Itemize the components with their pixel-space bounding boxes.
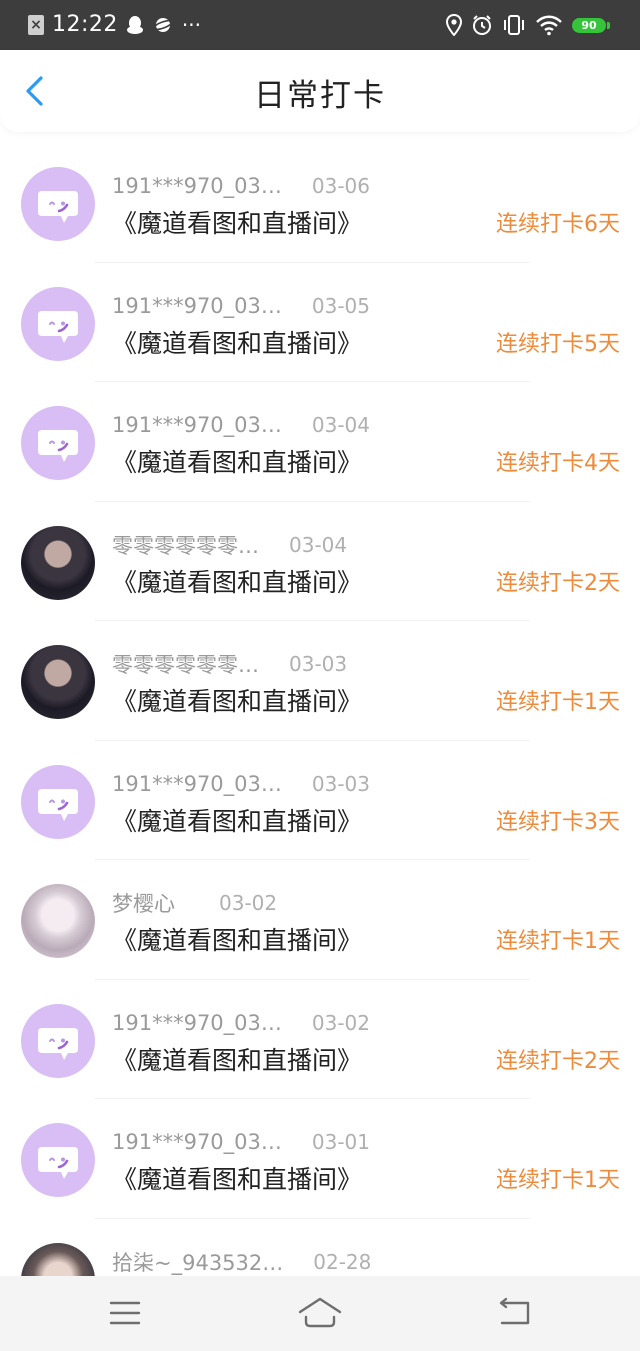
home-icon — [298, 1297, 342, 1328]
streak-label: 连续打卡1天 — [496, 1168, 620, 1193]
menu-button[interactable] — [95, 1290, 155, 1336]
location-icon — [446, 14, 462, 36]
menu-icon — [109, 1301, 141, 1325]
room-name: 《魔道看图和直播间》 — [112, 1045, 363, 1075]
username: 191***970_03… — [112, 413, 282, 437]
room-name: 《魔道看图和直播间》 — [112, 806, 363, 836]
row-meta: 拾柒~_943532… 02-28 — [112, 1248, 371, 1276]
checkin-row[interactable]: 191***970_03… 03-02 《魔道看图和直播间》 连续打卡2天 — [0, 980, 640, 1100]
checkin-date: 03-03 — [289, 652, 348, 676]
streak-label: 连续打卡6天 — [496, 212, 620, 237]
checkin-row[interactable]: 零零零零零零… 03-04 《魔道看图和直播间》 连续打卡2天 — [0, 502, 640, 622]
username: 零零零零零零… — [112, 653, 259, 677]
avatar[interactable] — [21, 1003, 95, 1078]
checkin-row[interactable]: 191***970_03… 03-03 《魔道看图和直播间》 连续打卡3天 — [0, 741, 640, 861]
username: 零零零零零零… — [112, 533, 259, 558]
username: 拾柒~_943532… — [112, 1250, 284, 1275]
username: 191***970_03… — [112, 293, 282, 318]
chat-bubble-icon — [38, 1147, 78, 1179]
row-meta: 191***970_03… 03-02 — [112, 1009, 370, 1037]
row-meta: 191***970_03… 03-04 — [112, 411, 370, 439]
streak-label: 连续打卡2天 — [496, 1048, 620, 1074]
row-meta: 零零零零零零… 03-03 — [112, 650, 347, 678]
checkin-date: 03-03 — [311, 771, 371, 796]
checkin-date: 03-05 — [311, 293, 371, 318]
username: 191***970_03… — [112, 771, 282, 796]
chat-bubble-icon — [38, 310, 78, 343]
clock: 12:22 — [52, 12, 118, 37]
chat-bubble-icon — [38, 191, 78, 223]
status-right: 90 — [446, 10, 610, 40]
row-meta: 零零零零零零… 03-04 — [112, 531, 347, 559]
qq-penguin-icon — [126, 16, 143, 34]
checkin-list: 191***970_03… 03-06 《魔道看图和直播间》 连续打卡6天 19… — [0, 143, 640, 1338]
chat-bubble-icon — [38, 430, 78, 462]
avatar[interactable] — [21, 764, 95, 839]
chat-bubble-icon — [38, 1027, 78, 1060]
username: 191***970_03… — [112, 174, 282, 198]
page-title: 日常打卡 — [254, 78, 386, 114]
status-bar: × 12:22 ··· 90 — [0, 0, 640, 50]
row-meta: 191***970_03… 03-01 — [112, 1128, 370, 1156]
username: 梦樱心 — [112, 892, 175, 916]
battery-icon: 90 — [572, 17, 610, 33]
streak-label: 连续打卡3天 — [496, 809, 620, 835]
room-name: 《魔道看图和直播间》 — [112, 1165, 363, 1194]
row-meta: 191***970_03… 03-06 — [112, 172, 370, 200]
checkin-row[interactable]: 191***970_03… 03-06 《魔道看图和直播间》 连续打卡6天 — [0, 143, 640, 263]
streak-label: 连续打卡1天 — [496, 929, 620, 954]
chat-bubble-icon — [38, 788, 78, 821]
checkin-row[interactable]: 梦樱心 03-02 《魔道看图和直播间》 连续打卡1天 — [0, 860, 640, 980]
room-name: 《魔道看图和直播间》 — [112, 328, 363, 358]
home-button[interactable] — [290, 1290, 350, 1336]
close-notification-icon: × — [28, 15, 44, 35]
username: 191***970_03… — [112, 1010, 282, 1035]
room-name: 《魔道看图和直播间》 — [112, 687, 363, 716]
streak-label: 连续打卡5天 — [496, 331, 620, 357]
checkin-row[interactable]: 191***970_03… 03-05 《魔道看图和直播间》 连续打卡5天 — [0, 263, 640, 383]
checkin-date: 03-02 — [311, 1010, 371, 1035]
status-left: × 12:22 ··· — [28, 10, 201, 40]
streak-label: 连续打卡4天 — [496, 451, 620, 476]
row-meta: 梦樱心 03-02 — [112, 889, 277, 917]
avatar[interactable] — [21, 167, 95, 241]
avatar[interactable] — [21, 525, 95, 600]
checkin-row[interactable]: 191***970_03… 03-04 《魔道看图和直播间》 连续打卡4天 — [0, 382, 640, 502]
more-notifications: ··· — [181, 13, 201, 37]
system-nav-bar — [0, 1276, 640, 1351]
username: 191***970_03… — [112, 1130, 282, 1154]
checkin-date: 03-01 — [311, 1130, 371, 1154]
alarm-icon — [473, 15, 491, 35]
avatar[interactable] — [21, 645, 95, 719]
row-meta: 191***970_03… 03-05 — [112, 292, 370, 320]
planet-icon — [152, 18, 174, 32]
streak-label: 连续打卡2天 — [496, 570, 620, 596]
room-name: 《魔道看图和直播间》 — [112, 926, 363, 955]
checkin-row[interactable]: 零零零零零零… 03-03 《魔道看图和直播间》 连续打卡1天 — [0, 621, 640, 741]
row-meta: 191***970_03… 03-03 — [112, 770, 370, 798]
avatar[interactable] — [21, 406, 95, 480]
avatar[interactable] — [21, 1123, 95, 1197]
checkin-date: 03-04 — [311, 413, 371, 437]
streak-label: 连续打卡1天 — [496, 690, 620, 715]
room-name: 《魔道看图和直播间》 — [112, 209, 363, 238]
back-icon — [499, 1297, 530, 1325]
checkin-row[interactable]: 191***970_03… 03-01 《魔道看图和直播间》 连续打卡1天 — [0, 1099, 640, 1219]
checkin-date: 03-02 — [219, 891, 278, 915]
back-nav-button[interactable] — [484, 1290, 544, 1336]
avatar[interactable] — [21, 884, 95, 958]
checkin-date: 02-28 — [313, 1249, 372, 1274]
room-name: 《魔道看图和直播间》 — [112, 448, 363, 477]
wifi-icon — [536, 15, 562, 36]
checkin-date: 03-04 — [289, 532, 348, 557]
vibrate-icon — [504, 15, 524, 35]
checkin-date: 03-06 — [311, 174, 371, 198]
avatar[interactable] — [21, 286, 95, 361]
nav-bar: 日常打卡 — [0, 50, 640, 132]
room-name: 《魔道看图和直播间》 — [112, 567, 363, 597]
